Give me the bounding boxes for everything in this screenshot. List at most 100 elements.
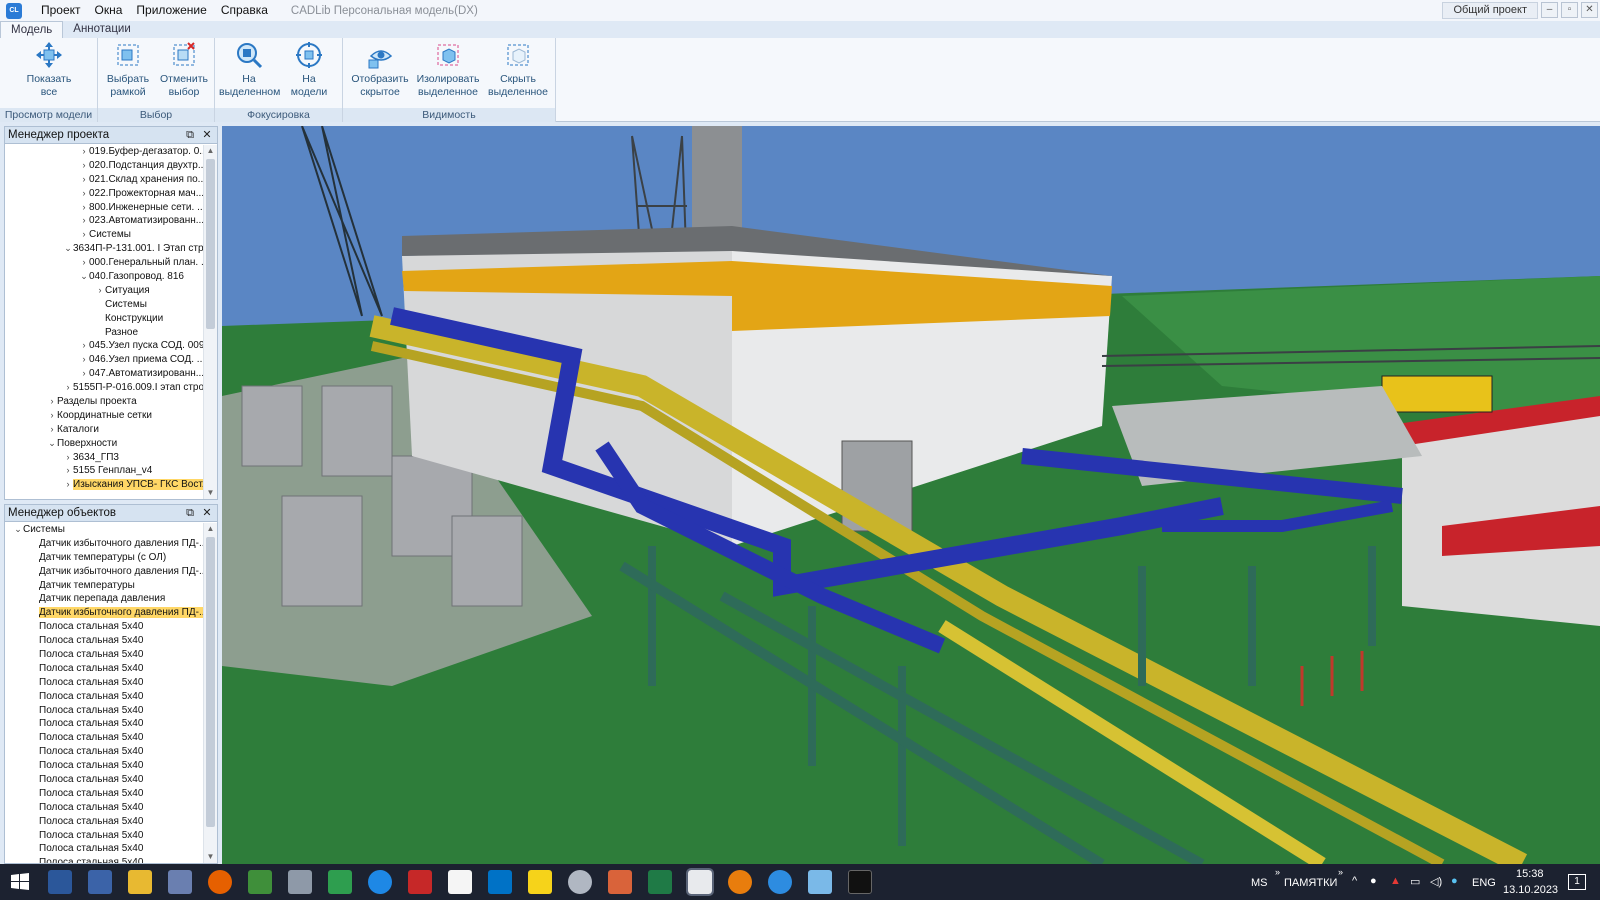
object-tree-scrollbar[interactable]: ▲ ▼ [203, 523, 217, 863]
chevron-right-icon[interactable]: › [79, 256, 89, 270]
terminal-icon[interactable] [848, 870, 872, 894]
menu-windows[interactable]: Окна [88, 0, 130, 21]
tree-item[interactable]: Полоса стальная 5х40 [5, 829, 203, 843]
tree-item[interactable]: Полоса стальная 5х40 [5, 704, 203, 718]
cube-app-icon[interactable] [328, 870, 352, 894]
tree-item[interactable]: › 021.Склад хранения по... [5, 173, 204, 187]
chevron-right-icon[interactable]: › [79, 187, 89, 201]
tree-item[interactable]: Полоса стальная 5х40 [5, 801, 203, 815]
tab-model[interactable]: Модель [0, 21, 64, 38]
tree-item[interactable]: › 000.Генеральный план. ... [5, 256, 204, 270]
autocad-icon[interactable] [408, 870, 432, 894]
chevron-right-icon[interactable]: › [95, 284, 105, 298]
volume-icon[interactable]: ◁) [1430, 875, 1442, 888]
tree-item[interactable]: Полоса стальная 5х40 [5, 856, 203, 863]
tree-item[interactable]: Полоса стальная 5х40 [5, 745, 203, 759]
tree-item[interactable]: Полоса стальная 5х40 [5, 676, 203, 690]
tray-globe-icon[interactable]: ● [1451, 875, 1458, 887]
tree-item[interactable]: Полоса стальная 5х40 [5, 759, 203, 773]
shared-project-button[interactable]: Общий проект [1442, 2, 1538, 19]
word-icon[interactable] [48, 870, 72, 894]
chevron-right-icon[interactable]: › [47, 395, 57, 409]
select-frame-button[interactable]: Выбрать рамкой [98, 40, 158, 99]
tree-item[interactable]: Датчик температуры (с ОЛ) [5, 551, 203, 565]
tree-item[interactable]: › 5155П-Р-016.009.I этап стро... [5, 381, 204, 395]
tree-item[interactable]: ⌄040.Газопровод. 816 [5, 270, 203, 284]
tree-item[interactable]: › 019.Буфер-дегазатор. 0... [5, 145, 204, 159]
tree-item[interactable]: Полоса стальная 5х40 [5, 620, 203, 634]
clock-date[interactable]: 13.10.2023 [1503, 884, 1558, 896]
save-disk-icon[interactable] [88, 870, 112, 894]
chevron-right-icon[interactable]: › [79, 159, 89, 173]
tree-item[interactable]: Системы [5, 298, 203, 312]
excel-icon[interactable] [648, 870, 672, 894]
pin-icon[interactable]: ⧉ [183, 506, 197, 520]
tree-item[interactable]: Датчик избыточного давления ПД-... [5, 606, 203, 620]
tree-item[interactable]: Полоса стальная 5х40 [5, 634, 203, 648]
chevron-right-icon[interactable]: › [63, 451, 73, 465]
hide-selected-button[interactable]: Скрыть выделенное [485, 40, 551, 99]
scroll-up-icon[interactable]: ▲ [204, 523, 217, 535]
language-indicator[interactable]: ENG [1472, 877, 1496, 889]
cancel-selection-button[interactable]: Отменить выбор [154, 40, 214, 99]
tree-item[interactable]: › 023.Автоматизированн... [5, 214, 204, 228]
tree-item[interactable]: Полоса стальная 5х40 [5, 787, 203, 801]
tree-item[interactable]: › 3634_ГП3 [5, 451, 203, 465]
tree-item[interactable]: Полоса стальная 5х40 [5, 690, 203, 704]
outlook-icon[interactable] [488, 870, 512, 894]
chevron-right-icon[interactable]: › [79, 145, 89, 159]
show-hidden-button[interactable]: Отобразить скрытое [347, 40, 413, 99]
tree-item[interactable]: › 020.Подстанция двухтр... [5, 159, 204, 173]
cadlib-app-icon[interactable] [808, 870, 832, 894]
tree-item[interactable]: Датчик температуры [5, 579, 203, 593]
tree-item[interactable]: Полоса стальная 5х40 [5, 717, 203, 731]
tree-item[interactable]: Полоса стальная 5х40 [5, 648, 203, 662]
chat-app-icon[interactable] [768, 870, 792, 894]
toolbar-expand-icon-2[interactable]: » [1338, 867, 1343, 877]
tray-app-icon[interactable]: ● [1370, 875, 1377, 887]
chevron-right-icon[interactable]: › [63, 478, 73, 492]
chevron-right-icon[interactable]: › [47, 423, 57, 437]
chevron-right-icon[interactable]: › [79, 353, 89, 367]
tree-item[interactable]: ⌄3634П-Р-131.001. I Этап стр... [5, 242, 203, 256]
chevron-right-icon[interactable]: › [79, 173, 89, 187]
menu-application[interactable]: Приложение [129, 0, 213, 21]
document-icon[interactable] [448, 870, 472, 894]
tree-item[interactable]: › 046.Узел приема СОД. ... [5, 353, 204, 367]
scroll-up-icon[interactable]: ▲ [204, 145, 217, 157]
network-icon[interactable] [168, 870, 192, 894]
chevron-right-icon[interactable]: › [79, 201, 89, 215]
network-tray-icon[interactable]: ▭ [1410, 875, 1420, 888]
tree-item[interactable]: › Каталоги [5, 423, 203, 437]
tree-item[interactable]: Датчик избыточного давления ПД-... [5, 537, 203, 551]
internet-explorer-icon[interactable] [368, 870, 392, 894]
chevron-down-icon[interactable]: ⌄ [13, 523, 23, 537]
maximize-icon[interactable]: ▫ [1561, 2, 1578, 18]
chevron-right-icon[interactable]: › [47, 409, 57, 423]
firefox-icon[interactable] [208, 870, 232, 894]
chevron-right-icon[interactable]: › [63, 381, 73, 395]
tree-item[interactable]: Полоса стальная 5х40 [5, 662, 203, 676]
chevron-down-icon[interactable]: ⌄ [47, 437, 57, 451]
project-tree-scrollbar[interactable]: ▲ ▼ [203, 145, 217, 499]
close-panel-icon[interactable]: ✕ [200, 128, 214, 142]
scroll-thumb[interactable] [206, 159, 215, 329]
tree-item[interactable]: › 047.Автоматизированн... [5, 367, 204, 381]
chevron-right-icon[interactable]: › [79, 214, 89, 228]
tree-item[interactable]: Датчик избыточного давления ПД-... [5, 565, 203, 579]
tree-item[interactable]: › Координатные сетки [5, 409, 203, 423]
calculator-icon[interactable] [288, 870, 312, 894]
focus-model-button[interactable]: На модели [279, 40, 339, 99]
tree-item[interactable]: Полоса стальная 5х40 [5, 731, 203, 745]
tree-item[interactable]: Полоса стальная 5х40 [5, 815, 203, 829]
model-3d-viewport[interactable] [222, 126, 1600, 864]
clock-time[interactable]: 15:38 [1516, 868, 1544, 880]
tree-item[interactable]: Полоса стальная 5х40 [5, 773, 203, 787]
tree-item[interactable]: › 5155 Генплан_v4 [5, 464, 203, 478]
notification-icon[interactable]: 1 [1568, 874, 1586, 890]
active-document-icon[interactable] [686, 868, 714, 896]
menu-help[interactable]: Справка [214, 0, 275, 21]
minimize-icon[interactable]: – [1541, 2, 1558, 18]
tree-item[interactable]: Датчик перепада давления [5, 592, 203, 606]
chart-app-icon[interactable] [248, 870, 272, 894]
